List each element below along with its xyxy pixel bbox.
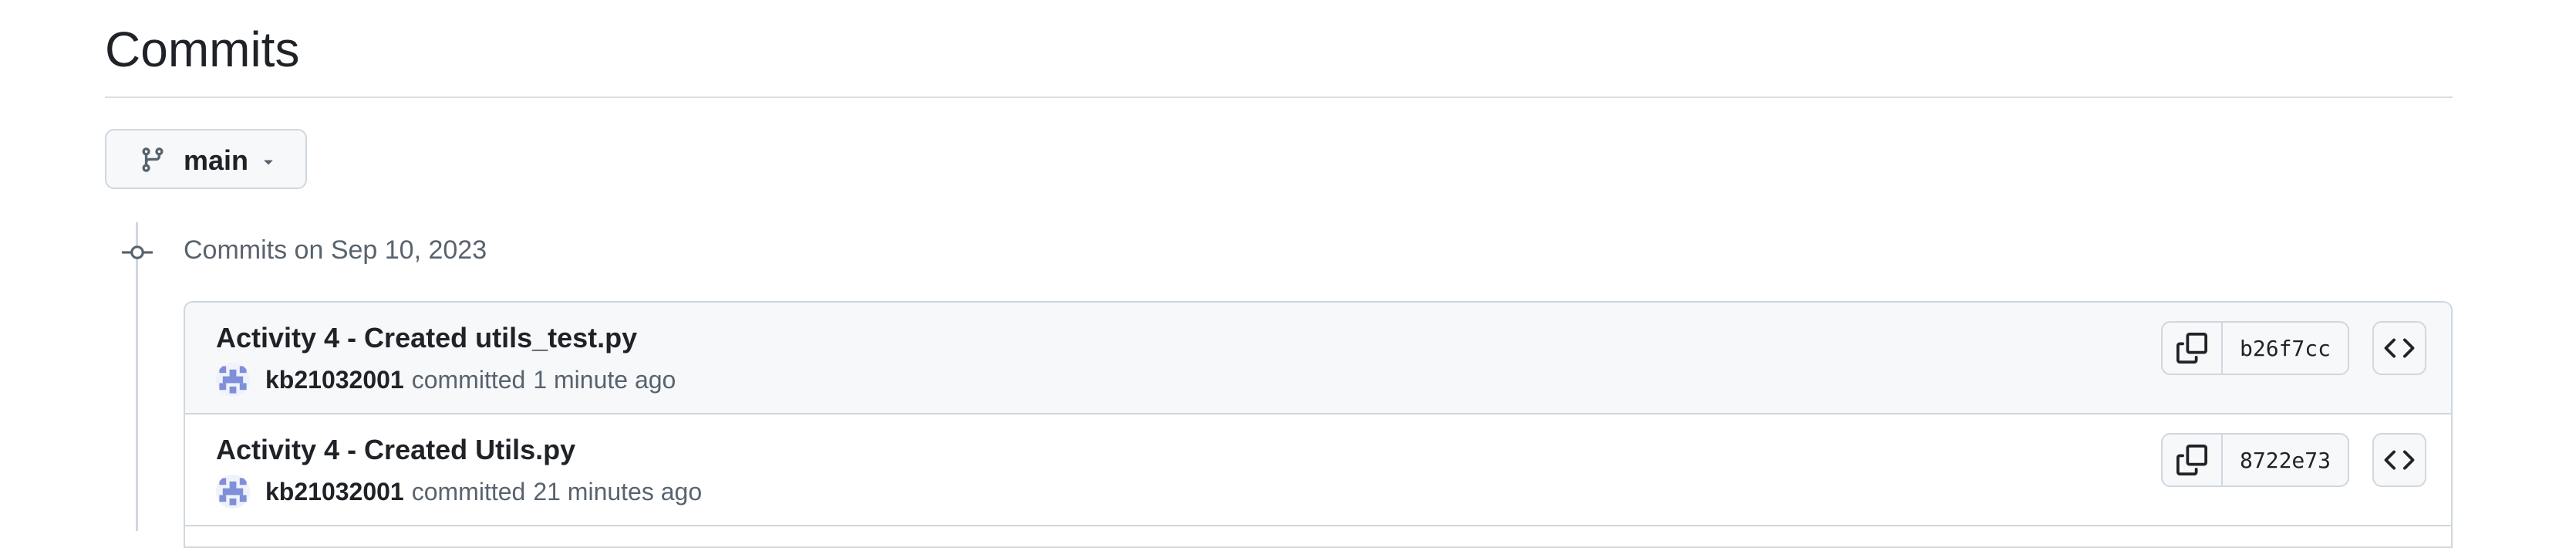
commit-sha-link[interactable]: 8722e73: [2223, 435, 2348, 485]
code-icon: [2384, 338, 2415, 358]
branch-selector-button[interactable]: main: [105, 129, 307, 189]
timeline-line: [136, 222, 138, 531]
commit-sha-link[interactable]: b26f7cc: [2223, 323, 2348, 374]
copy-sha-button[interactable]: [2163, 323, 2223, 374]
git-commit-icon: [122, 245, 153, 259]
git-branch-icon: [142, 147, 164, 172]
commit-action-text: committed: [411, 365, 526, 394]
commit-group-heading: Commits on Sep 10, 2023: [184, 235, 487, 265]
title-divider: [105, 96, 2453, 98]
commit-author-link[interactable]: kb21032001: [265, 366, 404, 394]
copy-sha-button[interactable]: [2163, 435, 2223, 485]
commit-action-text: committed: [411, 477, 526, 506]
copy-icon: [2176, 333, 2207, 364]
browse-repository-button[interactable]: [2372, 433, 2426, 487]
commit-row: Activity 4 - Created Utils.py kb21032001…: [185, 414, 2451, 526]
commit-author-link[interactable]: kb21032001: [265, 478, 404, 506]
avatar[interactable]: [216, 475, 250, 509]
commit-time: 1 minute ago: [533, 365, 676, 394]
commit-message-link[interactable]: Activity 4 - Created Utils.py: [216, 433, 575, 467]
avatar[interactable]: [216, 363, 250, 397]
commit-sha-group: 8722e73: [2161, 433, 2350, 487]
commit-sha-group: b26f7cc: [2161, 321, 2350, 375]
commit-row: Activity 4 - Created utils_test.py kb210…: [185, 303, 2451, 414]
commit-list: Activity 4 - Created utils_test.py kb210…: [184, 301, 2453, 548]
code-icon: [2384, 450, 2415, 470]
commit-meta: kb21032001 committed 21 minutes ago: [216, 475, 702, 509]
commit-message-link[interactable]: Activity 4 - Created utils_test.py: [216, 321, 637, 355]
branch-name-label: main: [184, 144, 249, 176]
commit-time: 21 minutes ago: [533, 477, 703, 506]
page-title: Commits: [105, 22, 300, 77]
copy-icon: [2176, 445, 2207, 475]
browse-repository-button[interactable]: [2372, 321, 2426, 375]
caret-down-icon: [264, 160, 273, 165]
commit-meta: kb21032001 committed 1 minute ago: [216, 363, 676, 397]
